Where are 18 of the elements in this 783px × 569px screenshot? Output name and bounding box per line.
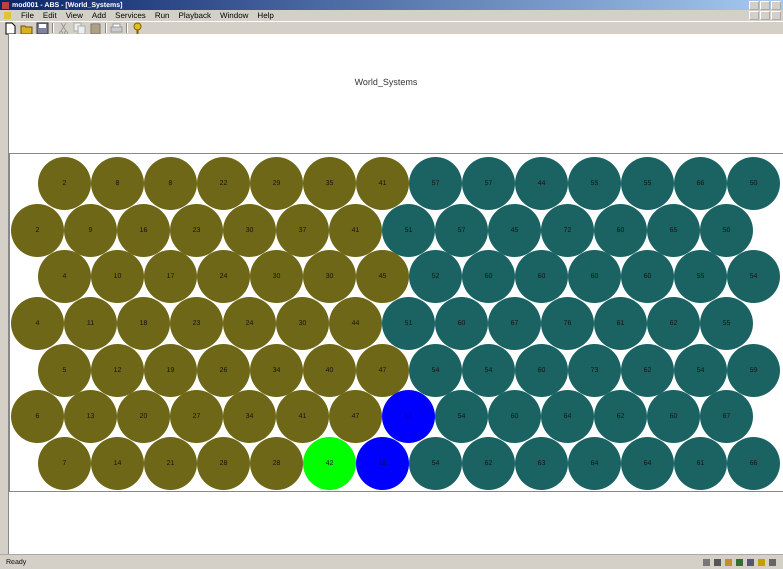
restore-button[interactable] [760,11,770,20]
menu-item[interactable]: Add [92,11,106,20]
scissors-icon[interactable] [57,22,70,34]
menu-item[interactable]: Help [257,11,274,20]
menu-item[interactable]: Services [115,11,146,20]
printer-icon[interactable] [110,22,123,34]
menu-item[interactable]: File [21,11,34,20]
maximize-button[interactable] [760,0,770,10]
menu-item[interactable]: Window [220,11,248,20]
new-document-icon[interactable] [4,22,17,34]
menu-item[interactable]: Edit [42,11,57,20]
app-icon [2,2,9,8]
copy-icon[interactable] [73,22,86,34]
clipboard-icon[interactable] [89,22,102,34]
menu-item[interactable]: Playback [178,11,211,20]
menu-item[interactable]: View [66,11,83,20]
menu-item[interactable]: Run [154,11,170,20]
canvas-title: World_Systems [354,77,418,89]
